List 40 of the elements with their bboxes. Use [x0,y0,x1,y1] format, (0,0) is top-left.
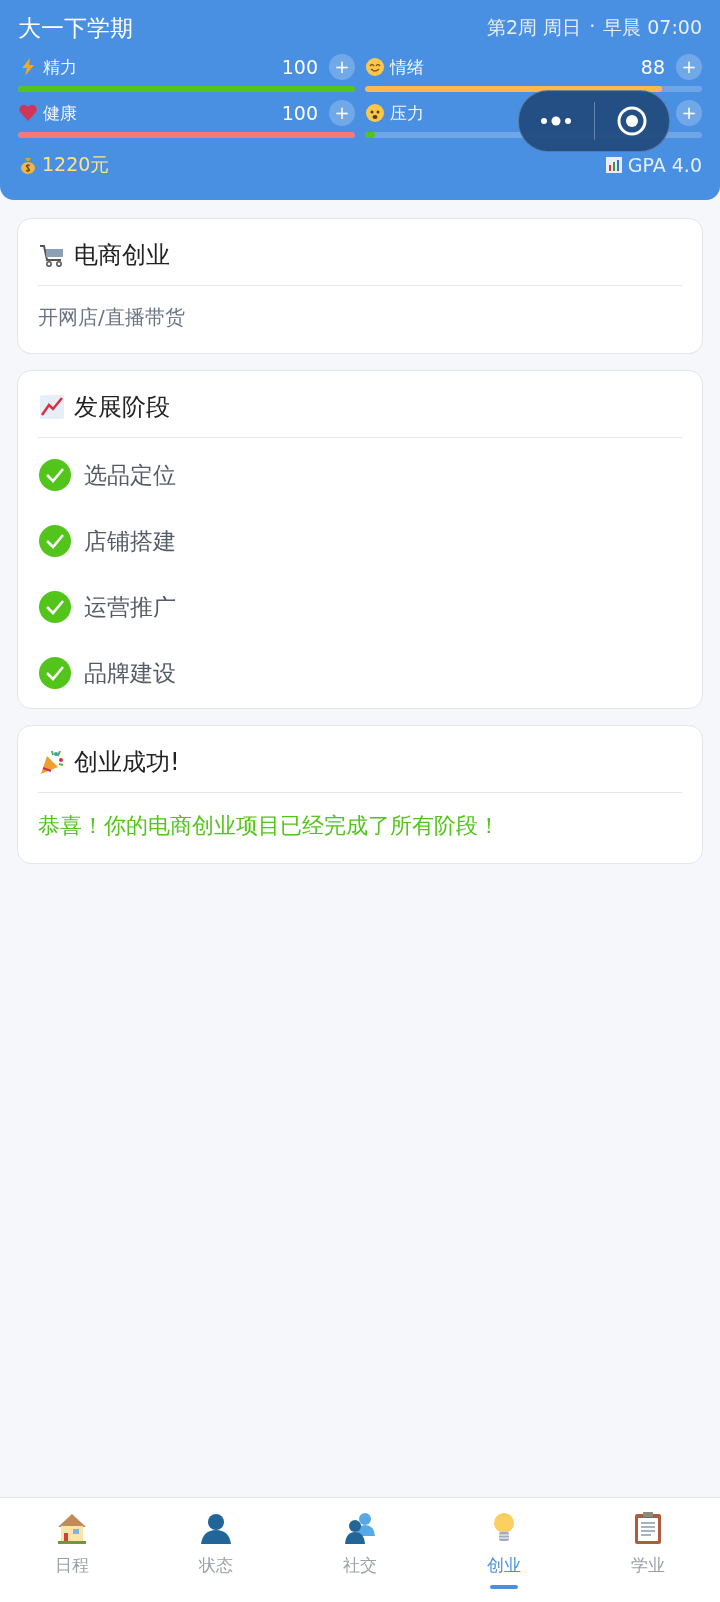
card-title: 创业成功! [74,747,180,778]
nav-tab[interactable]: 创业 [432,1498,576,1602]
add-button[interactable]: + [676,100,702,126]
stat-value: 100 [281,102,318,124]
stage-label: 选品定位 [84,460,176,490]
term-title: 大一下学期 [18,13,133,43]
nav-tab[interactable]: 学业 [576,1498,720,1602]
nav-tab[interactable]: 社交 [288,1498,432,1602]
stat-value: 100 [281,56,318,78]
stat-label: 健康 [43,101,77,125]
target-icon [615,105,648,137]
stage-label: 品牌建设 [84,658,176,688]
add-button[interactable]: + [329,100,355,126]
worried-face-icon [365,103,385,123]
stage-label: 运营推广 [84,592,176,622]
money-bag-icon [18,155,38,175]
money-amount: 1220元 [42,152,110,177]
gpa-value: GPA 4.0 [627,154,702,176]
add-button[interactable]: + [329,54,355,80]
card-title: 电商创业 [74,240,170,271]
nav-tab[interactable]: 日程 [0,1498,144,1602]
stat-value: 88 [640,56,665,78]
nav-tab[interactable]: 状态 [144,1498,288,1602]
success-message: 恭喜！你的电商创业项目已经完成了所有阶段！ [38,812,501,840]
time-of-day: 早晨 07:00 [603,15,702,41]
bar-chart-icon [603,155,624,175]
stat-label: 精力 [43,55,77,79]
add-button[interactable]: + [676,54,702,80]
separator-dot: · [589,15,596,39]
people-icon [342,1510,378,1546]
stage-label: 店铺搭建 [84,526,176,556]
stat-label: 情绪 [390,55,424,79]
party-popper-icon [38,748,66,776]
project-description: 开网店/直播带货 [38,304,186,331]
week-day: 第2周 周日 [487,15,582,41]
heart-icon [18,103,38,123]
smiley-icon [365,57,385,77]
card-title: 发展阶段 [74,392,170,423]
trend-chart-icon [38,393,66,421]
stat-label: 压力 [390,101,424,125]
